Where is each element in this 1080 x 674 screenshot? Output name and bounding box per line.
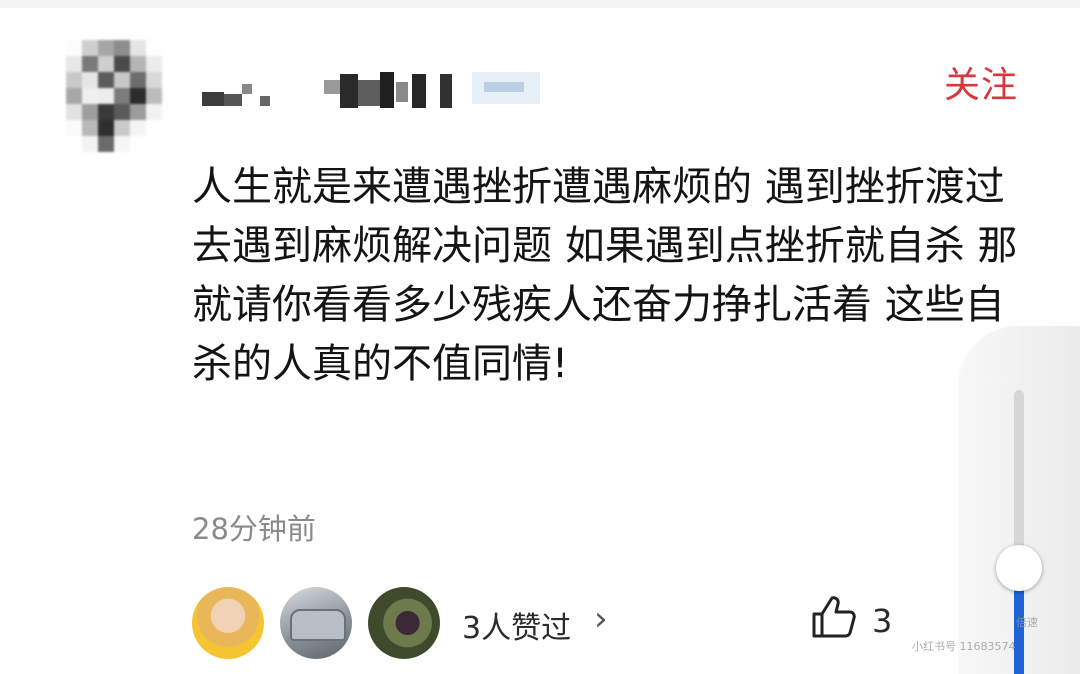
author-avatar[interactable] — [66, 40, 162, 152]
liker-avatar[interactable] — [368, 587, 440, 659]
liker-avatar[interactable] — [192, 587, 264, 659]
comment-timestamp: 28分钟前 — [192, 512, 316, 546]
volume-slider-knob[interactable] — [996, 545, 1042, 591]
thumbs-up-icon[interactable] — [808, 592, 858, 642]
author-name-redacted[interactable] — [200, 70, 540, 110]
speed-badge[interactable]: 倍速 — [1016, 614, 1038, 630]
volume-slider-fill — [1014, 590, 1024, 674]
watermark-id: 小红书号 11683574 — [912, 640, 1016, 653]
chevron-right-icon[interactable]: › — [594, 599, 608, 639]
comment-text: 人生就是来遭遇挫折遭遇麻烦的 遇到挫折渡过去遇到麻烦解决问题 如果遇到点挫折就自… — [192, 164, 1018, 387]
liker-avatar[interactable] — [280, 587, 352, 659]
top-divider — [0, 0, 1080, 8]
like-count: 3 — [872, 602, 893, 640]
follow-button[interactable]: 关注 — [944, 56, 1018, 108]
likers-count-label[interactable]: 3人赞过 — [462, 603, 571, 647]
